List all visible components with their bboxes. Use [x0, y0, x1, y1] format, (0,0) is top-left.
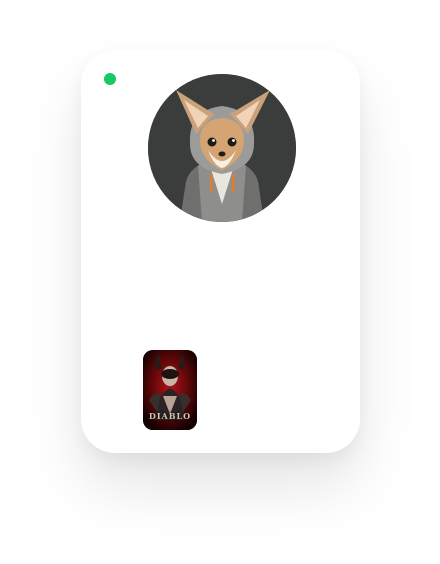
fox-avatar-icon [148, 74, 296, 222]
game-cover-card[interactable]: DIABLO [143, 350, 197, 430]
online-status-indicator [104, 73, 116, 85]
profile-screen: DIABLO [0, 0, 440, 564]
game-title: DIABLO [148, 411, 192, 421]
profile-avatar[interactable] [148, 74, 296, 222]
